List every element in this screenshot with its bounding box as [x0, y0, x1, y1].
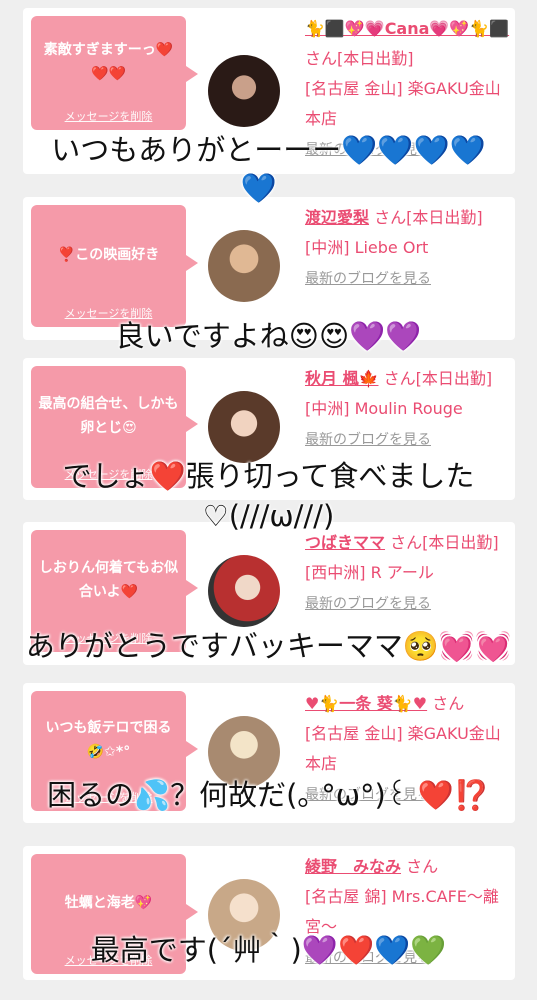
cast-info: 秋月 楓🍁 さん[本日出勤] [中洲] Moulin Rouge 最新のブログを… [305, 364, 510, 455]
cast-status: さん[本日出勤] [374, 208, 483, 227]
shop-name: [西中洲] R アール [305, 563, 434, 582]
overlay-caption: 最高です(´艸｀)💜❤️💙💚 [90, 933, 447, 967]
message-text: ❣️この映画好き [57, 247, 160, 263]
cast-info: 渡辺愛梨 さん[本日出勤] [中洲] Liebe Ort 最新のブログを見る [305, 203, 510, 294]
cast-name-link[interactable]: 綾野 みなみ [305, 857, 401, 876]
blog-link[interactable]: 最新のブログを見る [305, 596, 431, 612]
overlay-caption: ありがとうですバッキーママ🥺💓💓 [25, 629, 512, 663]
message-text: 素敵すぎますーっ❤️❤️❤️ [43, 42, 174, 82]
avatar[interactable] [208, 555, 280, 627]
overlay-caption: いつもありがとーーー💙💙💙💙 [51, 133, 486, 167]
cast-name-link[interactable]: ♥🐈一条 葵🐈♥ [305, 694, 427, 713]
message-text: しおりん何着てもお似合いよ❤️ [38, 560, 179, 600]
cast-name-link[interactable]: 渡辺愛梨 [305, 208, 369, 227]
cast-status: さん[本日出勤] [305, 49, 414, 68]
overlay-caption: 💙 [240, 171, 277, 205]
shop-name: [名古屋 金山] 楽GAKU金山本店 [305, 724, 501, 773]
cast-status: さん [406, 857, 439, 876]
overlay-caption: 困るの💦？何故だ(｡ °ω°)꒰ ❤️⁉️ [47, 778, 490, 812]
overlay-caption: ♡(///ω///) [202, 499, 335, 533]
cast-name-link[interactable]: 🐈⬛💖💗Cana💗💖🐈⬛ [305, 19, 509, 38]
overlay-caption: でしょ❤️張り切って食べました [62, 459, 475, 493]
message-text: 最高の組合せ、しかも卵とじ😍 [38, 396, 179, 436]
cast-info: つばきママ さん[本日出勤] [西中洲] R アール 最新のブログを見る [305, 528, 510, 619]
shop-name: [中洲] Liebe Ort [305, 238, 429, 257]
cast-status: さん[本日出勤] [383, 369, 493, 388]
shop-name: [中洲] Moulin Rouge [305, 399, 463, 418]
blog-link[interactable]: 最新のブログを見る [305, 271, 431, 287]
shop-name: [名古屋 金山] 楽GAKU金山本店 [305, 79, 501, 128]
blog-link[interactable]: 最新のブログを見る [305, 432, 431, 448]
cast-status: さん[本日出勤] [390, 533, 499, 552]
overlay-caption: 良いですよね😍😍💜💜 [115, 319, 422, 353]
message-bubble: 素敵すぎますーっ❤️❤️❤️ メッセージを削除 [31, 16, 198, 130]
delete-message-link[interactable]: メッセージを削除 [65, 108, 153, 124]
avatar[interactable] [208, 230, 280, 302]
message-bubble: ❣️この映画好き メッセージを削除 [31, 205, 198, 327]
cast-name-link[interactable]: つばきママ [305, 533, 385, 552]
avatar[interactable] [208, 55, 280, 127]
avatar[interactable] [208, 391, 280, 463]
cast-name-link[interactable]: 秋月 楓🍁 [305, 369, 379, 388]
cast-status: さん [432, 694, 465, 713]
message-text: いつも飯テロで困る🤣✩*° [45, 720, 172, 760]
